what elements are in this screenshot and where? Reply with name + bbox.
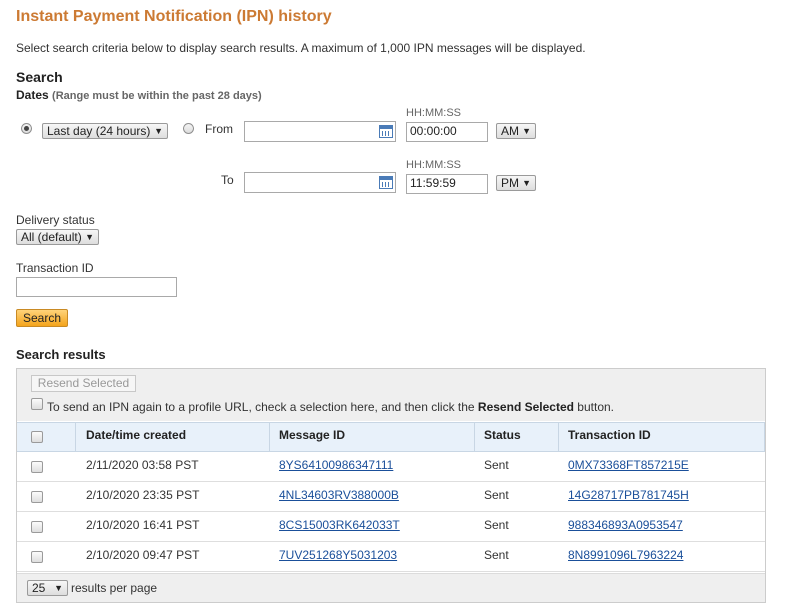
- to-date-input[interactable]: [244, 172, 396, 193]
- per-page-value: 25: [32, 581, 46, 595]
- chevron-down-icon: ▼: [522, 126, 531, 136]
- row-message-id-link[interactable]: 7UV251268Y5031203: [279, 548, 397, 562]
- row-date: 2/10/2020 09:47 PST: [86, 548, 200, 562]
- delivery-status-value: All (default): [21, 230, 82, 244]
- to-time-format: HH:MM:SS: [406, 159, 461, 171]
- row-transaction-id-link[interactable]: 0MX73368FT857215E: [568, 458, 689, 472]
- row-status: Sent: [484, 548, 509, 562]
- range-select-value: Last day (24 hours): [47, 124, 151, 138]
- chevron-down-icon: ▼: [154, 126, 163, 136]
- resend-note-bold: Resend Selected: [477, 400, 574, 414]
- row-transaction-id-link[interactable]: 988346893A0953547: [568, 518, 683, 532]
- from-ampm-select[interactable]: AM ▼: [496, 123, 536, 139]
- dates-label: Dates (Range must be within the past 28 …: [16, 88, 262, 102]
- to-ampm-select[interactable]: PM ▼: [496, 175, 536, 191]
- row-transaction-id-link[interactable]: 14G28717PB781745H: [568, 488, 689, 502]
- column-divider: [764, 422, 765, 452]
- transaction-id-input[interactable]: [16, 277, 177, 297]
- custom-range-radio[interactable]: [183, 123, 194, 134]
- dates-label-text: Dates: [16, 88, 49, 102]
- results-heading: Search results: [16, 347, 106, 362]
- row-transaction-id-link[interactable]: 8N8991096L7963224: [568, 548, 683, 562]
- resend-note-post: button.: [573, 400, 614, 414]
- search-button[interactable]: Search: [16, 309, 68, 327]
- column-divider: [474, 422, 475, 452]
- column-header-transaction-id[interactable]: Transaction ID: [568, 428, 651, 442]
- page-intro: Select search criteria below to display …: [16, 41, 586, 55]
- chevron-down-icon: ▼: [54, 583, 63, 593]
- row-message-id-link[interactable]: 4NL34603RV388000B: [279, 488, 399, 502]
- calendar-icon[interactable]: [379, 125, 393, 138]
- row-message-id-link[interactable]: 8CS15003RK642033T: [279, 518, 400, 532]
- page-title: Instant Payment Notification (IPN) histo…: [16, 8, 332, 25]
- resend-note-checkbox[interactable]: [31, 398, 43, 410]
- column-divider: [75, 422, 76, 452]
- to-time-value: 11:59:59: [410, 176, 456, 190]
- to-time-input[interactable]: 11:59:59: [406, 174, 488, 194]
- per-page-label: results per page: [71, 581, 158, 595]
- range-radio[interactable]: [21, 123, 32, 134]
- chevron-down-icon: ▼: [522, 178, 531, 188]
- delivery-status-select[interactable]: All (default) ▼: [16, 229, 99, 245]
- to-ampm-value: PM: [501, 176, 519, 190]
- from-date-input[interactable]: [244, 121, 396, 142]
- row-checkbox[interactable]: [31, 521, 43, 533]
- transaction-id-label: Transaction ID: [16, 261, 94, 275]
- row-checkbox[interactable]: [31, 491, 43, 503]
- range-select[interactable]: Last day (24 hours) ▼: [42, 123, 168, 139]
- search-heading: Search: [16, 69, 63, 85]
- row-date: 2/10/2020 23:35 PST: [86, 488, 200, 502]
- to-label: To: [221, 173, 234, 187]
- resend-note: To send an IPN again to a profile URL, c…: [47, 400, 614, 414]
- calendar-icon[interactable]: [379, 176, 393, 189]
- resend-note-pre: To send an IPN again to a profile URL, c…: [47, 400, 478, 414]
- per-page-select[interactable]: 25 ▼: [27, 580, 68, 596]
- column-divider: [558, 422, 559, 452]
- column-header-status[interactable]: Status: [484, 428, 521, 442]
- delivery-status-label: Delivery status: [16, 213, 95, 227]
- select-all-checkbox[interactable]: [31, 431, 43, 443]
- row-status: Sent: [484, 488, 509, 502]
- row-checkbox[interactable]: [31, 461, 43, 473]
- row-status: Sent: [484, 458, 509, 472]
- dates-hint: (Range must be within the past 28 days): [52, 90, 262, 102]
- row-date: 2/10/2020 16:41 PST: [86, 518, 200, 532]
- from-time-value: 00:00:00: [410, 124, 457, 138]
- row-message-id-link[interactable]: 8YS64100986347111: [279, 458, 393, 472]
- column-divider: [269, 422, 270, 452]
- from-ampm-value: AM: [501, 124, 519, 138]
- chevron-down-icon: ▼: [85, 232, 94, 242]
- from-time-format: HH:MM:SS: [406, 107, 461, 119]
- row-date: 2/11/2020 03:58 PST: [86, 458, 199, 472]
- column-header-message-id[interactable]: Message ID: [279, 428, 345, 442]
- row-status: Sent: [484, 518, 509, 532]
- resend-selected-button[interactable]: Resend Selected: [31, 375, 136, 392]
- from-time-input[interactable]: 00:00:00: [406, 122, 488, 142]
- from-label: From: [205, 122, 233, 136]
- column-header-date[interactable]: Date/time created: [86, 428, 186, 442]
- row-checkbox[interactable]: [31, 551, 43, 563]
